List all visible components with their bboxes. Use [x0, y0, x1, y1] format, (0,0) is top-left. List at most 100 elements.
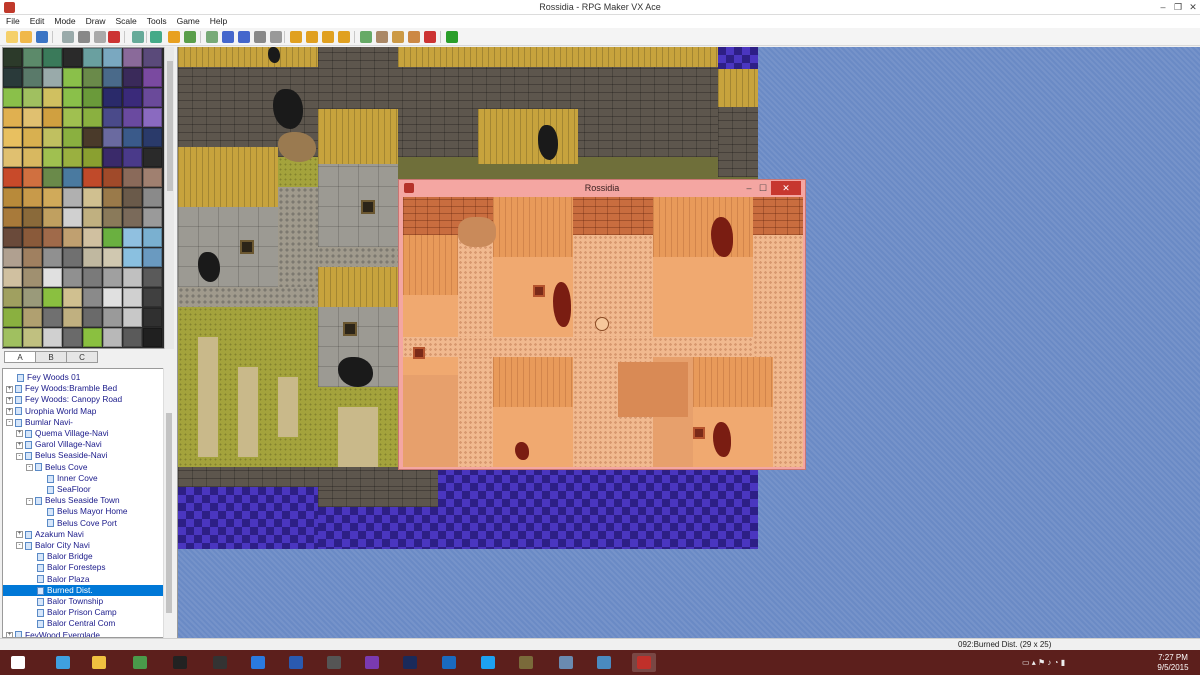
tileset-tile[interactable]: [83, 88, 102, 107]
tileset-tile[interactable]: [103, 288, 122, 307]
tileset-tile[interactable]: [23, 168, 42, 187]
tileset-tile[interactable]: [123, 108, 142, 127]
tileset-tile[interactable]: [123, 328, 142, 347]
tileset-tile[interactable]: [63, 148, 82, 167]
rectangle-icon[interactable]: [222, 31, 234, 43]
expand-icon[interactable]: +: [6, 396, 13, 404]
tileset-tile[interactable]: [3, 328, 22, 347]
tileset-tile[interactable]: [23, 48, 42, 67]
cut-icon[interactable]: [62, 31, 74, 43]
tileset-tile[interactable]: [63, 48, 82, 67]
windows-start-icon[interactable]: [6, 653, 30, 672]
void-tile[interactable]: [178, 487, 318, 549]
collapse-icon[interactable]: -: [26, 497, 33, 505]
palette-scrollbar[interactable]: [164, 47, 174, 349]
expand-icon[interactable]: +: [6, 407, 13, 415]
map-tree-item[interactable]: + Fey Woods: Canopy Road: [3, 394, 165, 405]
close-icon[interactable]: ✕: [771, 181, 801, 195]
tsw-icon[interactable]: [168, 653, 192, 672]
tileset-tile[interactable]: [3, 148, 22, 167]
clock[interactable]: 7:27 PM 9/5/2015: [1150, 653, 1196, 673]
tileset-tile[interactable]: [63, 208, 82, 227]
tileset-tile[interactable]: [43, 308, 62, 327]
tileset-tile[interactable]: [63, 68, 82, 87]
collapse-icon[interactable]: -: [6, 419, 13, 427]
tileset-tile[interactable]: [3, 48, 22, 67]
tileset-tile[interactable]: [143, 188, 162, 207]
expand-icon[interactable]: +: [16, 441, 23, 449]
tileset-tile[interactable]: [83, 68, 102, 87]
zoom-1-4-icon[interactable]: [322, 31, 334, 43]
tileset-tile[interactable]: [103, 328, 122, 347]
wooden-roof[interactable]: [178, 47, 318, 67]
dirt-path[interactable]: [278, 377, 298, 437]
tileset-tile[interactable]: [143, 68, 162, 87]
stone-wall[interactable]: [318, 487, 438, 507]
map-tree-item[interactable]: - Belus Cove: [3, 462, 165, 473]
dirt-path[interactable]: [238, 367, 258, 457]
tileset-tile[interactable]: [143, 148, 162, 167]
tileset-tile[interactable]: [3, 188, 22, 207]
tileset-tile[interactable]: [103, 188, 122, 207]
collapse-icon[interactable]: -: [26, 463, 33, 471]
tileset-tile[interactable]: [43, 328, 62, 347]
tileset-tile[interactable]: [43, 68, 62, 87]
map-tree-item[interactable]: Burned Dist.: [3, 584, 165, 596]
tileset-tile[interactable]: [43, 268, 62, 287]
tileset-tile[interactable]: [103, 248, 122, 267]
zoom-1-2-icon[interactable]: [306, 31, 318, 43]
tileset-tile[interactable]: [43, 108, 62, 127]
tileset-tile[interactable]: [123, 248, 142, 267]
tileset-tile[interactable]: [83, 328, 102, 347]
app-settings-icon[interactable]: [322, 653, 346, 672]
map-tree-item[interactable]: - Bumlar Navi-: [3, 417, 165, 428]
tileset-tile[interactable]: [83, 288, 102, 307]
photoshop-icon[interactable]: [398, 653, 422, 672]
close-icon[interactable]: ✕: [1186, 1, 1200, 13]
minimize-icon[interactable]: –: [1156, 1, 1170, 13]
wooden-roof[interactable]: [478, 109, 578, 164]
tileset-tile[interactable]: [143, 228, 162, 247]
tileset-tile[interactable]: [63, 88, 82, 107]
map-tree-item[interactable]: - Balor City Navi: [3, 540, 165, 551]
tileset-tile[interactable]: [23, 68, 42, 87]
tileset-tile[interactable]: [23, 268, 42, 287]
twitter-icon[interactable]: [476, 653, 500, 672]
word-icon[interactable]: [284, 653, 308, 672]
map-tree-item[interactable]: Balor Plaza: [3, 574, 165, 585]
tileset-tile[interactable]: [43, 168, 62, 187]
menu-draw[interactable]: Draw: [80, 15, 110, 26]
tileset-tile[interactable]: [3, 208, 22, 227]
tileset-tile[interactable]: [83, 208, 102, 227]
tileset-tile[interactable]: [123, 48, 142, 67]
tileset-tile[interactable]: [43, 288, 62, 307]
tileset-tile[interactable]: [123, 288, 142, 307]
sound-test-icon[interactable]: [408, 31, 420, 43]
tileset-tile[interactable]: [43, 228, 62, 247]
tileset-tile[interactable]: [83, 248, 102, 267]
tileset-tile[interactable]: [23, 148, 42, 167]
internet-explorer-icon[interactable]: [51, 653, 75, 672]
tileset-tile[interactable]: [143, 108, 162, 127]
burn-mark[interactable]: [538, 125, 558, 160]
cobblestone-path[interactable]: [178, 287, 318, 307]
dirt-path[interactable]: [198, 337, 218, 457]
stone-wall[interactable]: [718, 107, 758, 177]
tileset-tile[interactable]: [83, 108, 102, 127]
menu-help[interactable]: Help: [204, 15, 231, 26]
wooden-roof[interactable]: [318, 267, 398, 307]
menu-edit[interactable]: Edit: [24, 15, 49, 26]
menu-game[interactable]: Game: [171, 15, 204, 26]
wooden-roof[interactable]: [398, 47, 718, 67]
map-tree-item[interactable]: Fey Woods 01: [3, 372, 165, 383]
playtest-icon[interactable]: [446, 31, 458, 43]
tileset-tile[interactable]: [63, 168, 82, 187]
menu-scale[interactable]: Scale: [109, 15, 140, 26]
tileset-tile[interactable]: [103, 228, 122, 247]
scroll-thumb[interactable]: [166, 413, 172, 613]
character-generator-icon[interactable]: [424, 31, 436, 43]
stone-wall[interactable]: [318, 67, 398, 109]
tileset-tile[interactable]: [43, 208, 62, 227]
chrome-icon[interactable]: [128, 653, 152, 672]
tileset-tile[interactable]: [123, 208, 142, 227]
